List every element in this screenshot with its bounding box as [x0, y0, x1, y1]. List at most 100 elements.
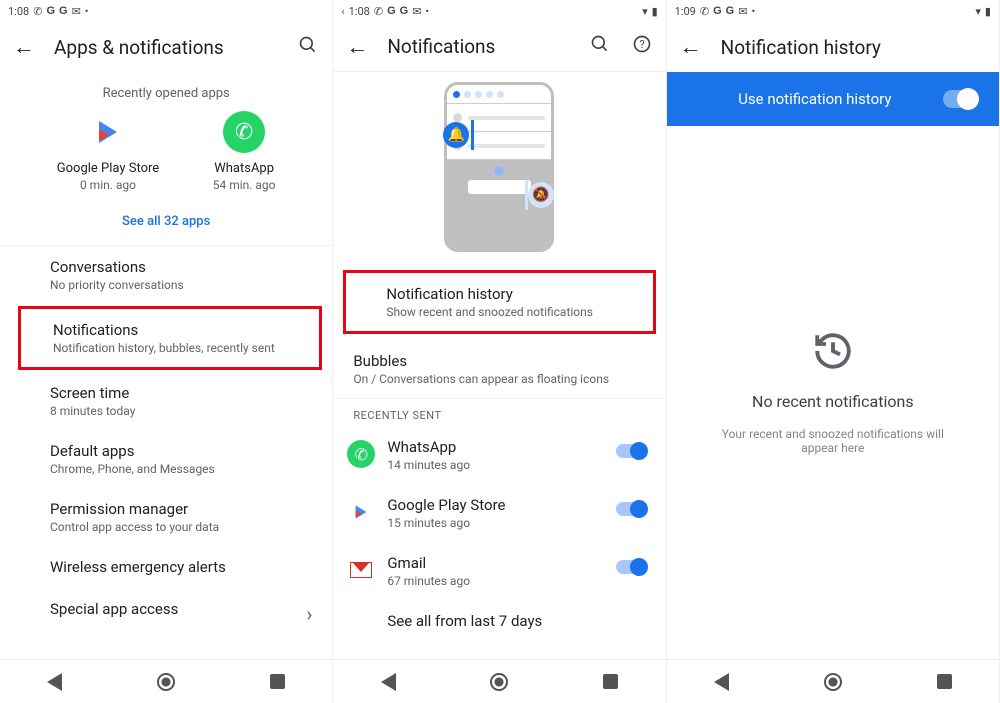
row-sub: 15 minutes ago — [387, 516, 645, 530]
google-status-icon: G — [387, 5, 396, 17]
row-title: Notifications — [53, 321, 279, 339]
status-bar: 1:09 ✆ G G ✉ • ▾ ▮ — [667, 0, 999, 22]
row-title: Google Play Store — [387, 496, 645, 514]
app-sub: 54 min. ago — [213, 178, 276, 192]
nav-back-button[interactable] — [381, 673, 396, 691]
more-status-icon: • — [425, 6, 429, 17]
row-title: Wireless emergency alerts — [50, 558, 292, 576]
search-icon[interactable] — [588, 34, 612, 59]
decor-bar — [471, 120, 474, 150]
nav-home-button[interactable] — [824, 673, 842, 691]
row-sub: Chrome, Phone, and Messages — [50, 462, 292, 476]
chevron-left-icon: ‹ — [341, 6, 344, 17]
recent-app-play-store[interactable]: Google Play Store 0 min. ago — [57, 111, 159, 192]
status-bar: ‹ 1:08 ✆ G G ✉ • ▾ ▮ — [333, 0, 665, 22]
nav-recent-button[interactable] — [270, 674, 285, 689]
row-notification-history[interactable]: Notification history Show recent and sno… — [346, 273, 652, 331]
back-button[interactable]: ← — [679, 34, 703, 60]
panel-apps-notifications: 1:08 ✆ G G ✉ • ← Apps & notifications Re… — [0, 0, 333, 703]
page-title: Notification history — [721, 36, 987, 59]
row-sub: 14 minutes ago — [387, 458, 645, 472]
empty-state: No recent notifications Your recent and … — [667, 126, 999, 659]
toggle-whatsapp[interactable] — [616, 444, 646, 458]
play-store-icon — [347, 498, 375, 526]
status-bar: 1:08 ✆ G G ✉ • — [0, 0, 332, 22]
whatsapp-status-icon: ✆ — [700, 6, 709, 17]
nav-back-button[interactable] — [47, 673, 62, 691]
google-status-icon: G — [46, 5, 55, 17]
play-store-icon — [87, 111, 129, 153]
row-notifications[interactable]: Notifications Notification history, bubb… — [21, 309, 319, 367]
row-title: WhatsApp — [387, 438, 645, 456]
recent-notif-play-store[interactable]: Google Play Store 15 minutes ago — [333, 484, 665, 542]
nav-recent-button[interactable] — [603, 674, 618, 689]
google-status-icon-2: G — [726, 5, 735, 17]
mail-status-icon: ✉ — [738, 6, 747, 17]
highlight-notifications: Notifications Notification history, bubb… — [18, 306, 322, 370]
recently-sent-label: RECENTLY SENT — [333, 399, 665, 426]
help-icon[interactable]: ? — [630, 34, 654, 59]
more-status-icon: • — [85, 6, 89, 17]
clock: 1:09 — [675, 5, 696, 18]
row-title: Default apps — [50, 442, 292, 460]
recent-notif-whatsapp[interactable]: ✆ WhatsApp 14 minutes ago — [333, 426, 665, 484]
content: 🔔 🔕 Notification history Show recent and… — [333, 72, 665, 659]
row-conversations[interactable]: Conversations No priority conversations — [0, 246, 332, 304]
google-status-icon-2: G — [59, 5, 68, 17]
row-screen-time[interactable]: Screen time 8 minutes today — [0, 372, 332, 430]
back-button[interactable]: ← — [345, 34, 369, 60]
toggle-gmail[interactable] — [616, 560, 646, 574]
phone-illustration — [444, 82, 554, 252]
row-title: Special app access — [50, 600, 292, 618]
nav-recent-button[interactable] — [937, 674, 952, 689]
nav-back-button[interactable] — [714, 673, 729, 691]
row-wireless-alerts[interactable]: Wireless emergency alerts — [0, 546, 332, 588]
highlight-notification-history: Notification history Show recent and sno… — [343, 270, 655, 334]
row-see-all-7-days[interactable]: See all from last 7 days — [333, 600, 665, 642]
app-name: Google Play Store — [57, 161, 159, 176]
wifi-icon: ▾ — [975, 6, 981, 17]
clock: 1:08 — [349, 5, 370, 18]
navigation-bar — [333, 659, 665, 703]
nav-home-button[interactable] — [490, 673, 508, 691]
use-history-toggle-bar[interactable]: Use notification history — [667, 72, 999, 126]
toggle-play-store[interactable] — [616, 502, 646, 516]
page-title: Notifications — [387, 35, 569, 58]
navigation-bar — [0, 659, 332, 703]
history-icon — [812, 330, 854, 376]
decor-bar — [525, 180, 528, 210]
row-title: Gmail — [387, 554, 645, 572]
whatsapp-icon: ✆ — [223, 111, 265, 153]
empty-sub: Your recent and snoozed notifications wi… — [703, 427, 963, 455]
row-title: Bubbles — [353, 352, 645, 370]
illustration: 🔔 🔕 — [333, 72, 665, 270]
use-history-toggle[interactable] — [943, 90, 979, 108]
row-title: See all from last 7 days — [387, 612, 645, 630]
row-sub: Control app access to your data — [50, 520, 292, 534]
recent-app-whatsapp[interactable]: ✆ WhatsApp 54 min. ago — [213, 111, 276, 192]
recent-apps: Google Play Store 0 min. ago ✆ WhatsApp … — [0, 111, 332, 202]
mail-status-icon: ✉ — [72, 6, 81, 17]
recent-notif-gmail[interactable]: Gmail 67 minutes ago — [333, 542, 665, 600]
app-sub: 0 min. ago — [57, 178, 159, 192]
panel-notification-history: 1:09 ✆ G G ✉ • ▾ ▮ ← Notification histor… — [667, 0, 1000, 703]
recently-opened-label: Recently opened apps — [0, 72, 332, 111]
battery-icon: ▮ — [985, 6, 991, 17]
row-sub: 67 minutes ago — [387, 574, 645, 588]
header: ← Apps & notifications — [0, 22, 332, 72]
header: ← Notifications ? — [333, 22, 665, 72]
row-sub: On / Conversations can appear as floatin… — [353, 372, 645, 386]
nav-home-button[interactable] — [157, 673, 175, 691]
row-bubbles[interactable]: Bubbles On / Conversations can appear as… — [333, 340, 665, 399]
navigation-bar — [667, 659, 999, 703]
row-default-apps[interactable]: Default apps Chrome, Phone, and Messages — [0, 430, 332, 488]
search-icon[interactable] — [296, 35, 320, 60]
row-special-app-access[interactable]: Special app access — [0, 588, 332, 630]
see-all-apps-link[interactable]: See all 32 apps — [0, 202, 332, 246]
google-status-icon-2: G — [400, 5, 409, 17]
toggle-label: Use notification history — [687, 90, 943, 108]
whatsapp-status-icon: ✆ — [33, 6, 42, 17]
mail-status-icon: ✉ — [412, 6, 421, 17]
back-button[interactable]: ← — [12, 34, 36, 60]
row-permission-manager[interactable]: Permission manager Control app access to… — [0, 488, 332, 546]
